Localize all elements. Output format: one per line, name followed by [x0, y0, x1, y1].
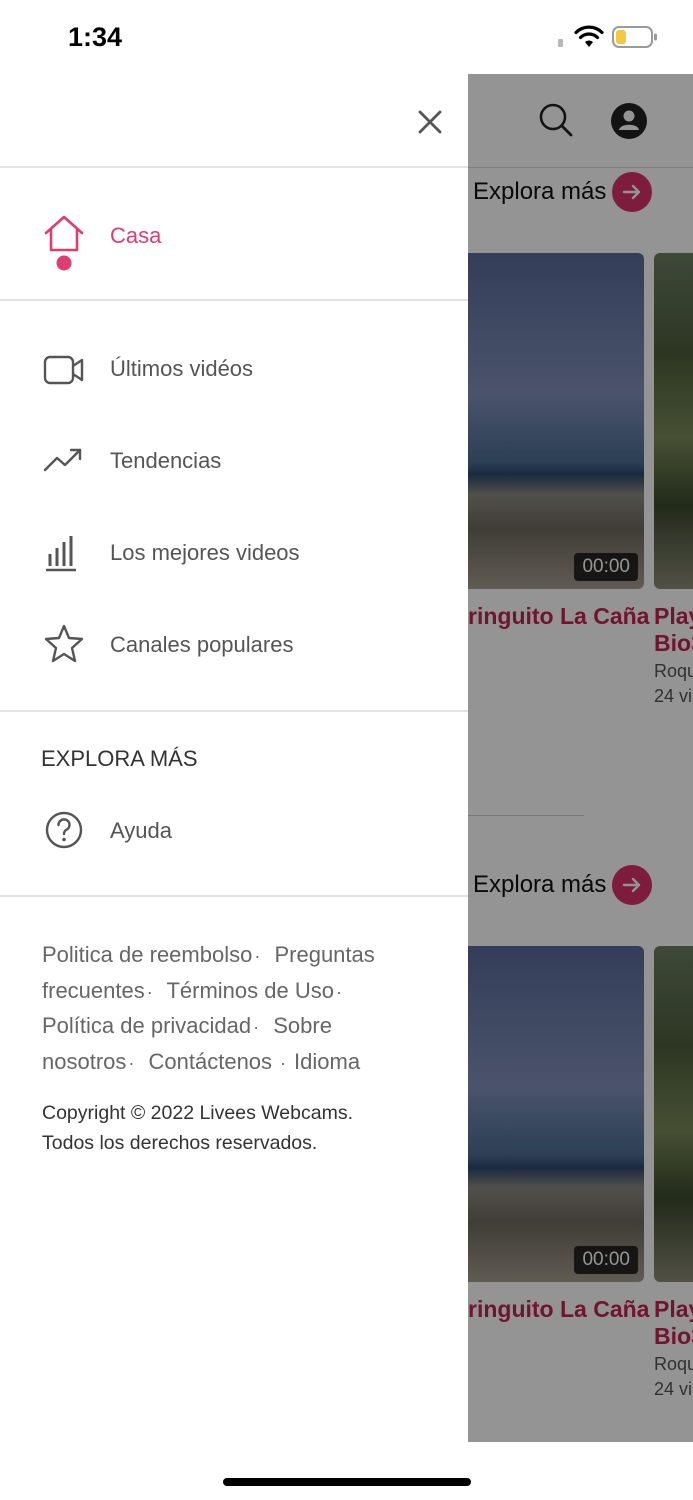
drawer-divider: [0, 895, 468, 897]
nav-label-home: Casa: [110, 223, 162, 248]
footer-links: Politica de reembolso · Preguntas frecuen…: [42, 938, 422, 1080]
link-separator: ·: [280, 1052, 287, 1073]
explore-more-heading: EXPLORA MÁS: [41, 746, 198, 771]
terms-of-use-link[interactable]: Términos de Uso: [166, 978, 334, 1003]
nav-label-trending: Tendencias: [110, 448, 222, 473]
cellular-signal-icon: [558, 39, 563, 47]
contact-link[interactable]: Contáctenos: [149, 1049, 273, 1074]
nav-item-top-videos[interactable]: Los mejores videos: [0, 512, 468, 592]
link-separator: ·: [146, 981, 153, 1002]
nav-label-popular-channels: Canales populares: [110, 632, 294, 657]
help-icon: [45, 811, 83, 849]
copyright-line: Copyright © 2022 Livees Webcams.: [42, 1102, 353, 1124]
link-separator: ·: [253, 1017, 260, 1037]
refund-policy-link[interactable]: Politica de reembolso: [42, 942, 252, 967]
status-time: 1:34: [68, 22, 123, 52]
drawer-divider: [0, 710, 468, 712]
drawer-divider: [0, 299, 468, 301]
home-indicator[interactable]: [223, 1478, 471, 1486]
drawer-divider: [0, 166, 468, 168]
nav-item-trending[interactable]: Tendencias: [0, 420, 468, 500]
nav-label-latest-videos: Últimos vidéos: [110, 356, 254, 381]
language-link[interactable]: Idioma: [294, 1049, 360, 1074]
nav-label-top-videos: Los mejores videos: [110, 540, 300, 565]
privacy-policy-link[interactable]: Política de privacidad: [42, 1013, 251, 1038]
wifi-icon: [574, 25, 604, 47]
nav-item-help[interactable]: Ayuda: [0, 790, 468, 870]
link-separator: ·: [254, 946, 261, 966]
bar-chart-icon: [46, 536, 76, 572]
close-icon[interactable]: [414, 106, 446, 138]
copyright-notice: Copyright © 2022 Livees Webcams. Todos l…: [42, 1098, 442, 1158]
star-icon: [44, 624, 84, 663]
nav-label-help: Ayuda: [110, 818, 172, 843]
drawer-backdrop[interactable]: [468, 74, 693, 1442]
video-camera-icon: [43, 355, 84, 385]
home-icon: [44, 215, 84, 271]
navigation-drawer: Casa Últimos vidéos Tendencias Los mejor…: [0, 74, 468, 1500]
nav-item-latest-videos[interactable]: Últimos vidéos: [0, 328, 468, 408]
link-separator: ·: [128, 1052, 135, 1073]
status-bar: 1:34: [0, 0, 693, 74]
battery-icon: [612, 26, 657, 48]
nav-item-popular-channels[interactable]: Canales populares: [0, 604, 468, 684]
trending-icon: [43, 448, 82, 472]
nav-item-home[interactable]: Casa: [0, 194, 468, 274]
link-separator: ·: [335, 981, 342, 1002]
rights-reserved-line: Todos los derechos reservados.: [42, 1132, 318, 1154]
